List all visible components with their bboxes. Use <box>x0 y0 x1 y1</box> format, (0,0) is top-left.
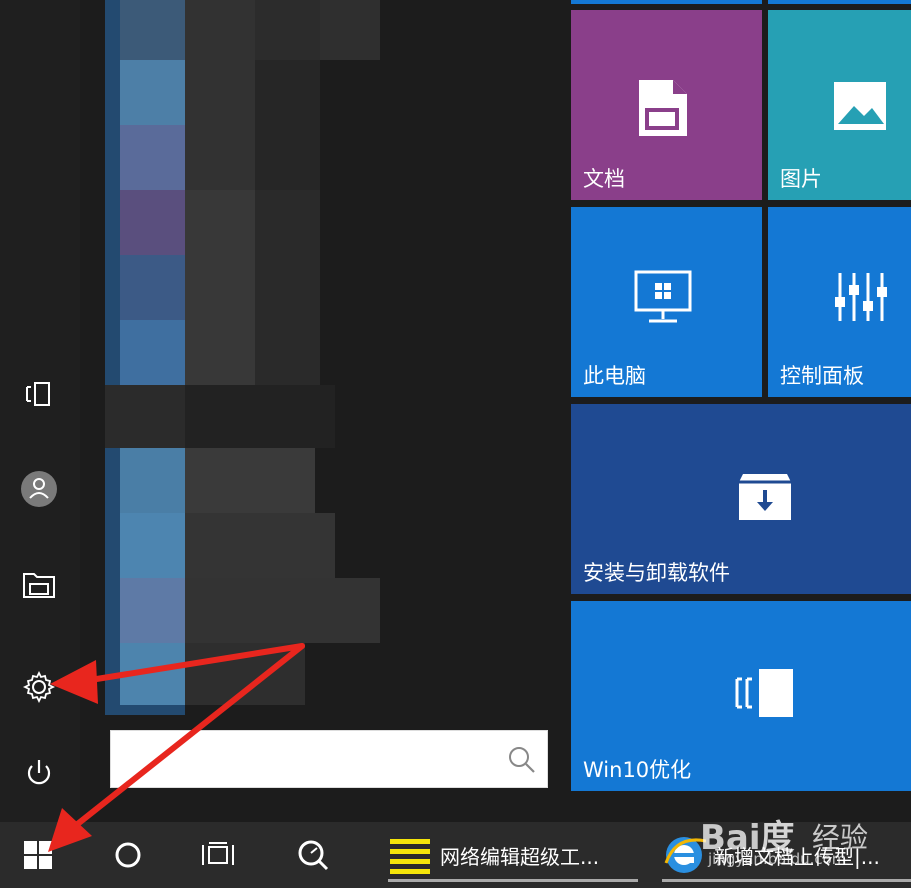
file-explorer-button[interactable] <box>14 560 64 610</box>
task-view-icon <box>202 842 234 865</box>
tablet-mode-icon <box>26 382 50 406</box>
tile-label: 此电脑 <box>583 364 646 388</box>
search-icon <box>509 747 535 773</box>
windows-logo-icon <box>24 841 52 869</box>
tile-label: 安装与卸载软件 <box>583 561 730 585</box>
taskbar-app-label: 网络编辑超级工... <box>440 844 600 869</box>
tile-pictures[interactable]: 图片 <box>768 10 911 200</box>
tile-top-strip-left <box>571 0 762 4</box>
document-icon <box>639 80 687 136</box>
cortana-circle-icon <box>115 842 141 868</box>
tile-win10-optimize[interactable]: Win10优化 <box>571 601 911 791</box>
notepad-lines-icon <box>390 839 430 874</box>
taskbar-app-editor[interactable]: 网络编辑超级工... <box>388 828 638 882</box>
file-explorer-icon <box>23 573 55 598</box>
win10-optimize-icon <box>735 669 793 717</box>
magnifier-app-icon <box>298 840 329 871</box>
active-indicator <box>388 879 638 882</box>
baidu-watermark: Bai度 经验 jingyan.baidu.com <box>700 800 900 880</box>
control-panel-icon <box>835 273 887 321</box>
tile-install-uninstall[interactable]: 安装与卸载软件 <box>571 404 911 594</box>
start-left-rail <box>0 0 80 822</box>
start-search-box[interactable] <box>110 730 548 789</box>
install-uninstall-icon <box>739 474 791 520</box>
settings-button[interactable] <box>14 662 64 712</box>
tablet-mode-button[interactable] <box>14 370 64 420</box>
task-view-button[interactable] <box>190 822 246 888</box>
power-icon <box>27 760 51 785</box>
tile-label: 文档 <box>583 167 625 191</box>
tile-label: 图片 <box>780 167 822 191</box>
tile-label: Win10优化 <box>583 758 692 782</box>
tile-top-strip-right <box>768 0 911 4</box>
app-list-blurred <box>105 0 385 715</box>
user-avatar-icon <box>21 471 57 507</box>
tile-label: 控制面板 <box>780 364 864 388</box>
this-pc-icon <box>634 270 692 323</box>
tile-control-panel[interactable]: 控制面板 <box>768 207 911 397</box>
watermark-url: jingyan.baidu.com <box>708 850 847 868</box>
power-button[interactable] <box>14 748 64 798</box>
user-account-button[interactable] <box>14 464 64 514</box>
settings-gear-icon <box>22 670 56 704</box>
cortana-button[interactable] <box>100 822 156 888</box>
magnifier-app-button[interactable] <box>285 822 341 888</box>
picture-icon <box>834 82 886 130</box>
search-input[interactable] <box>111 731 503 789</box>
tile-documents[interactable]: 文档 <box>571 10 762 200</box>
tile-this-pc[interactable]: 此电脑 <box>571 207 762 397</box>
start-button[interactable] <box>10 822 66 888</box>
